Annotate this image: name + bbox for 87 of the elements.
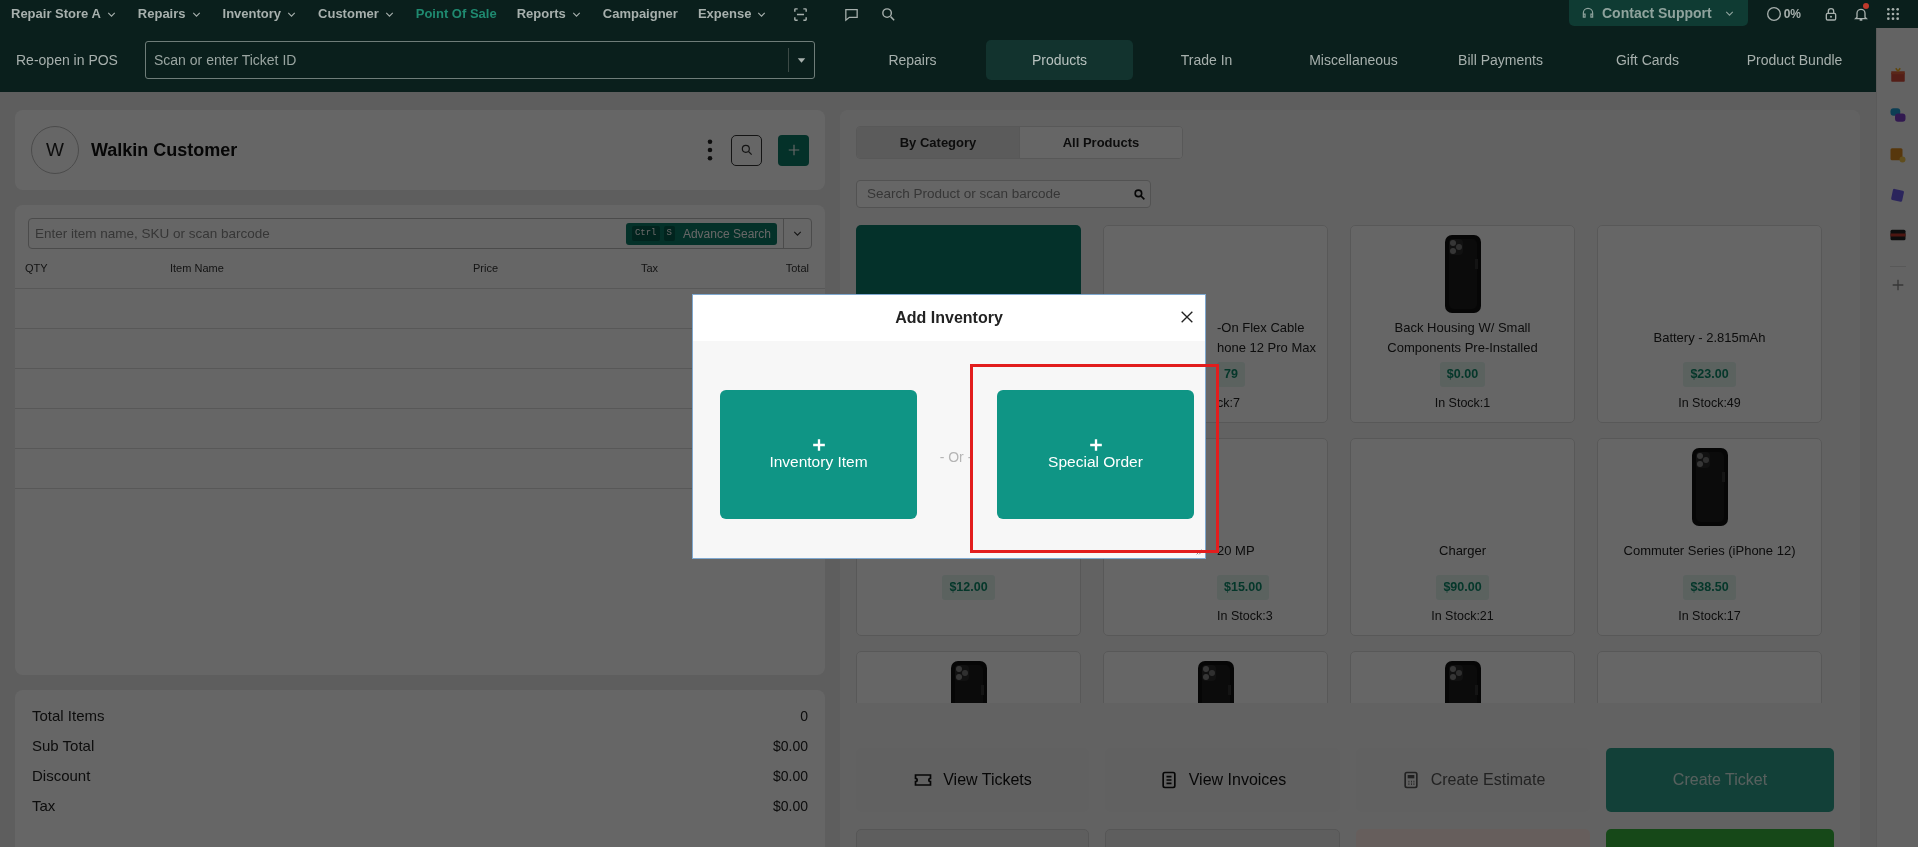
progress-ring-icon bbox=[1765, 6, 1782, 22]
column-header: Total bbox=[784, 261, 809, 277]
stock-count: In Stock:3 bbox=[1217, 607, 1273, 625]
price-badge: $12.00 bbox=[942, 575, 995, 600]
shortcut-key: Ctrl bbox=[631, 225, 660, 242]
pos-tab[interactable]: Trade In bbox=[1133, 40, 1280, 80]
totals-label: Sub Total bbox=[32, 735, 95, 756]
totals-label: Total Items bbox=[32, 705, 105, 726]
product-name: -On Flex Cable bbox=[1217, 319, 1305, 337]
stock-count: In Stock:17 bbox=[1678, 607, 1741, 625]
product-name: Battery - 2.815mAh bbox=[1653, 329, 1766, 347]
product-name: Charger bbox=[1439, 542, 1486, 560]
totals-value: $0.00 bbox=[772, 796, 808, 816]
chat-bubbles-icon[interactable] bbox=[1888, 106, 1907, 124]
cards-icon[interactable] bbox=[1888, 186, 1907, 204]
scan-icon[interactable] bbox=[792, 5, 810, 23]
stock-count: In Stock:1 bbox=[1434, 394, 1491, 412]
dropdown-triangle-icon bbox=[797, 55, 806, 65]
totals-value: $0.00 bbox=[772, 766, 808, 786]
product-card[interactable]: Charger $90.00 In Stock:21 bbox=[1350, 438, 1575, 636]
nav-menu-item[interactable]: Point Of Sale bbox=[415, 4, 497, 24]
shortcut-key: S bbox=[663, 225, 675, 242]
nav-menu-item[interactable]: Expense bbox=[697, 4, 769, 24]
product-name: Back Housing W/ Small bbox=[1394, 319, 1531, 337]
bell-icon[interactable] bbox=[1853, 6, 1869, 22]
modal-title: Add Inventory bbox=[895, 308, 1003, 328]
column-header: Tax bbox=[641, 261, 660, 277]
progress-percent: 0% bbox=[1783, 6, 1801, 23]
product-name: Commuter Series (iPhone 12) bbox=[1623, 542, 1796, 560]
column-header: QTY bbox=[25, 261, 49, 277]
column-header: Item Name bbox=[170, 261, 225, 277]
pos-tab[interactable]: Gift Cards bbox=[1574, 40, 1721, 80]
nav-menu-item[interactable]: Reports bbox=[516, 4, 583, 24]
product-name: hone 12 Pro Max bbox=[1217, 339, 1316, 357]
product-card[interactable]: Commuter Series (iPhone 12) $38.50 In Stock:17 bbox=[1597, 438, 1822, 636]
product-card[interactable]: Battery - 2.815mAh $23.00 In Stock:49 bbox=[1597, 225, 1822, 423]
ticket-id-input[interactable]: Scan or enter Ticket ID bbox=[146, 49, 788, 71]
lock-icon[interactable] bbox=[1823, 6, 1839, 22]
plus-icon bbox=[786, 143, 801, 157]
reopen-label: Re-open in POS bbox=[16, 50, 119, 70]
contact-support-button[interactable]: Contact Support bbox=[1569, 0, 1748, 26]
totals-label: Tax bbox=[32, 795, 56, 816]
column-header: Price bbox=[473, 261, 500, 277]
pos-tab[interactable]: Repairs bbox=[839, 40, 986, 80]
pos-tab[interactable]: Bill Payments bbox=[1427, 40, 1574, 80]
pos-tab[interactable]: Miscellaneous bbox=[1280, 40, 1427, 80]
search-icon bbox=[1133, 187, 1146, 201]
stock-count: In Stock:21 bbox=[1431, 607, 1494, 625]
stock-count: In Stock:49 bbox=[1678, 394, 1741, 412]
ticket-id-field[interactable]: Scan or enter Ticket ID bbox=[145, 41, 815, 79]
or-separator: - Or - bbox=[938, 448, 974, 467]
customer-name: Walkin Customer bbox=[91, 138, 238, 162]
product-name: Components Pre-Installed bbox=[1387, 339, 1538, 357]
product-name: 20 MP bbox=[1217, 542, 1255, 560]
plus-icon bbox=[1088, 437, 1103, 452]
nav-menu-item[interactable]: Inventory bbox=[222, 4, 299, 24]
gift-icon[interactable] bbox=[1888, 66, 1907, 84]
close-icon bbox=[1179, 309, 1195, 325]
add-option-button[interactable]: Special Order bbox=[997, 390, 1194, 519]
view-toggle-tab[interactable]: By Category bbox=[857, 127, 1019, 158]
nav-menu-item[interactable]: Repair Store A bbox=[11, 4, 118, 24]
price-badge: $90.00 bbox=[1436, 575, 1489, 600]
nav-menu-item[interactable]: Repairs bbox=[137, 4, 203, 24]
customer-search-button[interactable] bbox=[731, 134, 762, 166]
price-badge: $0.00 bbox=[1439, 362, 1486, 387]
add-customer-button[interactable] bbox=[778, 134, 809, 166]
pos-tab[interactable]: Products bbox=[986, 40, 1133, 80]
note-icon[interactable] bbox=[1888, 146, 1907, 164]
pos-tab[interactable]: Product Bundle bbox=[1721, 40, 1868, 80]
price-badge: $23.00 bbox=[1683, 362, 1736, 387]
view-toggle-tab[interactable]: All Products bbox=[1019, 127, 1182, 158]
advance-search-button[interactable]: Ctrl S Advance Search bbox=[625, 222, 777, 245]
totals-label: Discount bbox=[32, 765, 91, 786]
apps-grid-icon[interactable] bbox=[1885, 6, 1901, 22]
search-icon bbox=[739, 143, 754, 157]
price-badge: 79 bbox=[1217, 362, 1245, 387]
price-badge: $38.50 bbox=[1683, 575, 1736, 600]
product-card[interactable]: Back Housing W/ Small Components Pre-Installed $0.00 In Stock:1 bbox=[1350, 225, 1575, 423]
more-options-icon[interactable] bbox=[707, 139, 713, 161]
nav-menu-item[interactable]: Campaigner bbox=[602, 4, 678, 24]
add-option-button[interactable]: Inventory Item bbox=[720, 390, 917, 519]
plus-icon bbox=[811, 437, 826, 452]
nav-menu-item[interactable]: Customer bbox=[318, 4, 396, 24]
totals-value: 0 bbox=[800, 706, 808, 726]
totals-value: $0.00 bbox=[772, 736, 808, 756]
price-badge: $15.00 bbox=[1217, 575, 1270, 600]
headset-icon bbox=[1581, 6, 1595, 20]
